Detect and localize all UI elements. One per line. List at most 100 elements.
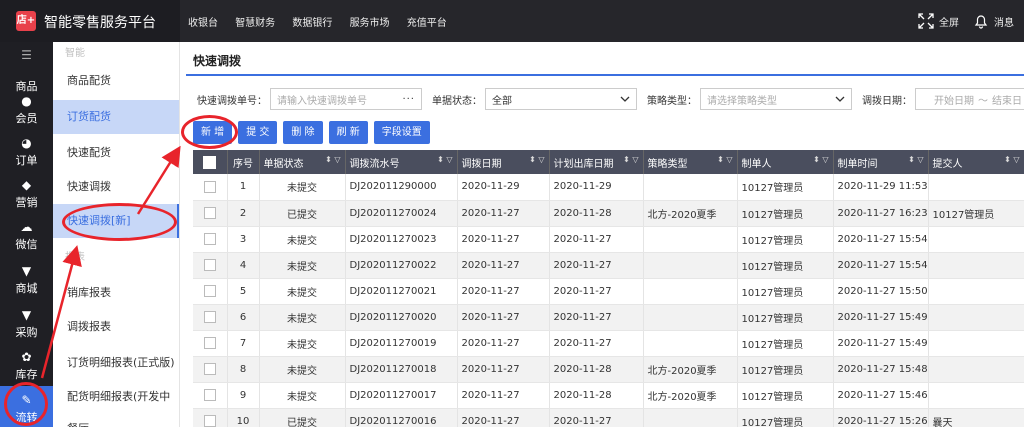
sidebar-item-member[interactable]: ● 会员: [0, 94, 53, 126]
row-checkbox[interactable]: [193, 252, 228, 279]
cell-creator: 10127管理员: [737, 278, 834, 305]
table-row[interactable]: 10 已提交 DJ202011270016 2020-11-27 2020-11-27 1…: [193, 408, 1024, 427]
cell-date: 2020-11-27: [457, 200, 550, 227]
sort-filter-icon[interactable]: ⬍ ▽: [908, 155, 923, 164]
sort-filter-icon[interactable]: ⬍ ▽: [437, 155, 452, 164]
cell-status: 未提交: [259, 304, 346, 331]
sort-filter-icon[interactable]: ⬍ ▽: [813, 155, 828, 164]
table-row[interactable]: 3 未提交 DJ202011270023 2020-11-27 2020-11-27 10…: [193, 226, 1024, 253]
add-button[interactable]: 新 增: [193, 121, 233, 144]
strategy-select[interactable]: 请选择策略类型: [700, 88, 852, 110]
topnav-recharge[interactable]: 充值平台: [407, 18, 447, 29]
cell-submitter: [928, 382, 1024, 409]
subnav-quick-transfer-new[interactable]: 快速调拨[新]: [53, 204, 179, 238]
sort-filter-icon[interactable]: ⬍ ▽: [325, 155, 340, 164]
date-range-input[interactable]: 开始日期 ～ 结束日: [915, 88, 1024, 110]
page-title: 快速调拨: [193, 54, 242, 68]
topnav-market[interactable]: 服务市场: [350, 18, 390, 29]
col-header-label: 制单时间: [837, 158, 878, 170]
cell-serial-link[interactable]: DJ202011270016: [345, 408, 458, 427]
delete-button[interactable]: 删 除: [283, 121, 323, 144]
col-header-status[interactable]: 单据状态 ⬍ ▽: [259, 150, 346, 174]
cell-serial-link[interactable]: DJ202011270019: [345, 330, 458, 357]
cell-index: 7: [227, 330, 260, 357]
row-checkbox[interactable]: [193, 278, 228, 305]
submit-button[interactable]: 提 交: [238, 121, 278, 144]
sort-filter-icon[interactable]: ⬍ ▽: [717, 155, 732, 164]
cell-serial-link[interactable]: DJ202011270018: [345, 356, 458, 383]
table-row[interactable]: 2 已提交 DJ202011270024 2020-11-27 2020-11-28 北方…: [193, 200, 1024, 227]
sidebar-item-mall[interactable]: ▼ 商城: [0, 264, 53, 296]
subnav-distribution-detail-report[interactable]: 配货明细报表(开发中: [53, 380, 179, 414]
cell-index: 3: [227, 226, 260, 253]
subnav-transfer-report[interactable]: 调拨报表: [53, 310, 179, 344]
subnav-dining[interactable]: 餐厅: [53, 412, 179, 427]
sidebar-item-inventory[interactable]: ✿ 库存: [0, 350, 53, 382]
table-row[interactable]: 7 未提交 DJ202011270019 2020-11-27 2020-11-27 10…: [193, 330, 1024, 357]
topnav-databank[interactable]: 数据银行: [292, 18, 332, 29]
col-header-strategy[interactable]: 策略类型 ⬍ ▽: [643, 150, 738, 174]
sidebar-item-goods[interactable]: 商品: [0, 62, 53, 94]
field-settings-button[interactable]: 字段设置: [373, 121, 430, 144]
select-all-checkbox[interactable]: [193, 150, 228, 174]
subnav-order-distribution[interactable]: 订货配货: [53, 100, 179, 134]
table-row[interactable]: 6 未提交 DJ202011270020 2020-11-27 2020-11-27 10…: [193, 304, 1024, 331]
refresh-button[interactable]: 刷 新: [328, 121, 368, 144]
cell-serial-link[interactable]: DJ202011270020: [345, 304, 458, 331]
col-header-serial[interactable]: 调拨流水号 ⬍ ▽: [345, 150, 458, 174]
col-header-submitter[interactable]: 提交人 ⬍ ▽: [928, 150, 1024, 174]
row-checkbox[interactable]: [193, 200, 228, 227]
table-row[interactable]: 1 未提交 DJ202011290000 2020-11-29 2020-11-29 10…: [193, 174, 1024, 201]
cell-serial-link[interactable]: DJ202011270021: [345, 278, 458, 305]
row-checkbox[interactable]: [193, 226, 228, 253]
table-row[interactable]: 8 未提交 DJ202011270018 2020-11-27 2020-11-28 北方…: [193, 356, 1024, 383]
row-checkbox[interactable]: [193, 330, 228, 357]
col-header-create-time[interactable]: 制单时间 ⬍ ▽: [833, 150, 929, 174]
sidebar-item-marketing[interactable]: ◆ 营销: [0, 178, 53, 210]
col-header-plan-date[interactable]: 计划出库日期 ⬍ ▽: [549, 150, 644, 174]
message-button[interactable]: 消息: [973, 13, 1014, 29]
cell-date: 2020-11-27: [457, 382, 550, 409]
cell-status: 已提交: [259, 408, 346, 427]
subnav-goods-distribution[interactable]: 商品配货: [53, 64, 179, 98]
fullscreen-button[interactable]: 全屏: [918, 13, 959, 29]
cell-serial-link[interactable]: DJ202011270017: [345, 382, 458, 409]
menu-toggle-icon[interactable]: ☰: [0, 48, 53, 62]
status-select[interactable]: 全部: [485, 88, 637, 110]
sidebar-item-purchase[interactable]: ▼ 采购: [0, 308, 53, 340]
cell-submitter: 10127管理员: [928, 200, 1024, 227]
cell-creator: 10127管理员: [737, 382, 834, 409]
sort-filter-icon[interactable]: ⬍ ▽: [1004, 155, 1019, 164]
subnav-quick-transfer[interactable]: 快速调拨: [53, 170, 179, 204]
sidebar-item-label: 微信: [15, 238, 38, 251]
table-row[interactable]: 4 未提交 DJ202011270022 2020-11-27 2020-11-27 10…: [193, 252, 1024, 279]
more-options-icon[interactable]: ···: [402, 94, 415, 105]
topnav-finance[interactable]: 智慧财务: [235, 18, 275, 29]
cell-serial-link[interactable]: DJ202011270024: [345, 200, 458, 227]
sidebar-item-transfer[interactable]: ✎ 流转: [0, 386, 53, 427]
row-checkbox[interactable]: [193, 356, 228, 383]
sidebar-item-order[interactable]: ◕ 订单: [0, 136, 53, 168]
sort-filter-icon[interactable]: ⬍ ▽: [529, 155, 544, 164]
subnav-quick-distribution[interactable]: 快速配货: [53, 136, 179, 170]
row-checkbox[interactable]: [193, 408, 228, 427]
sort-filter-icon[interactable]: ⬍ ▽: [623, 155, 638, 164]
cell-serial-link[interactable]: DJ202011270022: [345, 252, 458, 279]
col-header-date[interactable]: 调拨日期 ⬍ ▽: [457, 150, 550, 174]
subnav-sales-report[interactable]: 销库报表: [53, 276, 179, 310]
subnav-order-detail-report[interactable]: 订货明细报表(正式版): [53, 346, 179, 380]
cell-status: 未提交: [259, 278, 346, 305]
row-checkbox[interactable]: [193, 174, 228, 201]
table-row[interactable]: 9 未提交 DJ202011270017 2020-11-27 2020-11-28 北方…: [193, 382, 1024, 409]
col-header-creator[interactable]: 制单人 ⬍ ▽: [737, 150, 834, 174]
cell-strategy: [643, 252, 738, 279]
sidebar-item-wechat[interactable]: ☁ 微信: [0, 220, 53, 252]
table-row[interactable]: 5 未提交 DJ202011270021 2020-11-27 2020-11-27 10…: [193, 278, 1024, 305]
marketing-icon: ◆: [21, 178, 32, 192]
transfer-no-input[interactable]: 请输入快速调拨单号 ···: [270, 88, 422, 110]
cell-serial-link[interactable]: DJ202011270023: [345, 226, 458, 253]
cell-serial-link[interactable]: DJ202011290000: [345, 174, 458, 201]
topnav-cashier[interactable]: 收银台: [188, 18, 218, 29]
row-checkbox[interactable]: [193, 382, 228, 409]
row-checkbox[interactable]: [193, 304, 228, 331]
